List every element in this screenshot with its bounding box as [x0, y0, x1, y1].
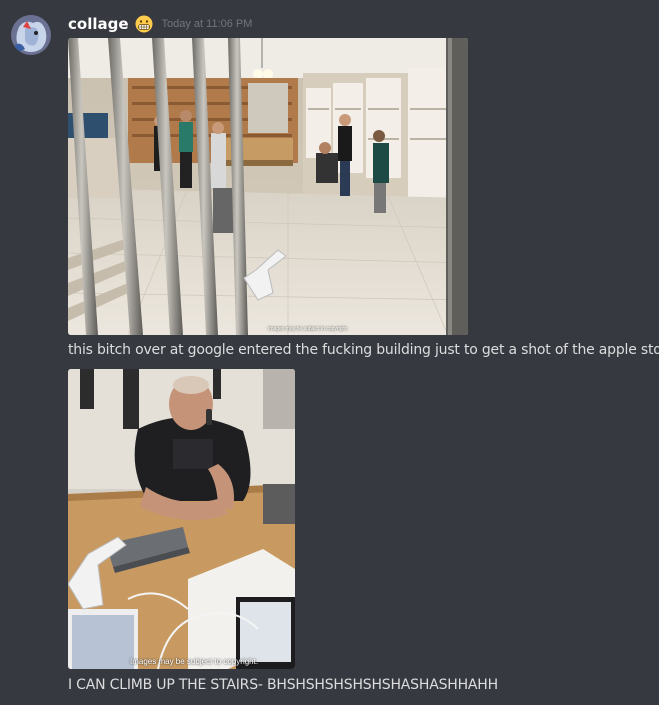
- username[interactable]: collage: [68, 15, 129, 33]
- copyright-caption: Images may be subject to copyright.: [130, 657, 259, 666]
- image-attachment-store[interactable]: Images may be subject to copyright.: [68, 38, 468, 335]
- user-avatar[interactable]: [11, 15, 51, 55]
- image-attachment-man[interactable]: Images may be subject to copyright.: [68, 369, 295, 669]
- message-header: collage Today at 11:06 PM: [68, 14, 252, 34]
- avatar-image: [11, 15, 51, 55]
- copyright-caption: Images may be subject to copyright.: [268, 326, 349, 332]
- message-text-line: this bitch over at google entered the fu…: [68, 342, 659, 358]
- message-timestamp: Today at 11:06 PM: [161, 18, 253, 30]
- store-photo: [68, 38, 468, 335]
- grimacing-face-icon: [135, 15, 153, 33]
- message-text-line: I CAN CLIMB UP THE STAIRS- BHSHSHSHSHSHS…: [68, 677, 498, 693]
- man-photo: [68, 369, 295, 669]
- chat-message: collage Today at 11:06 PM Images may be …: [0, 0, 659, 705]
